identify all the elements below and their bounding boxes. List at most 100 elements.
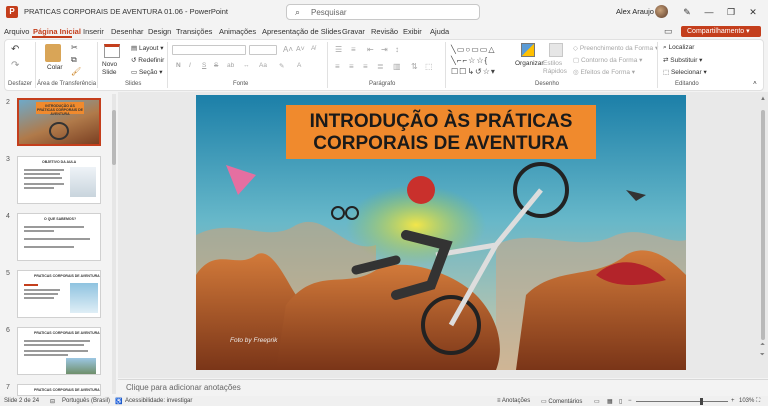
highlight-icon[interactable]: ✎ (279, 62, 284, 70)
language-indicator[interactable]: Português (Brasil) (62, 398, 110, 404)
shape-outline-button[interactable]: ▢ Contorno da Forma ▾ (573, 56, 642, 64)
new-slide-button[interactable]: Novo Slide (102, 61, 124, 77)
arrange-button[interactable]: Organizar (515, 60, 544, 67)
underline-button[interactable]: S (202, 62, 206, 69)
collapse-ribbon-icon[interactable]: ˄ (753, 80, 757, 87)
font-shrink-button[interactable]: A˅ (296, 46, 305, 53)
justify-icon[interactable]: ≣ (377, 62, 384, 71)
text-direction-icon[interactable]: ⇅ (411, 62, 418, 71)
copy-icon[interactable]: ⧉ (71, 55, 77, 65)
accessibility-status[interactable]: Acessibilidade: investigar (125, 398, 192, 404)
slide-title[interactable]: INTRODUÇÃO ÀS PRÁTICAS CORPORAIS DE AVEN… (286, 111, 596, 155)
shape-effects-button[interactable]: ◎ Efeitos de Forma ▾ (573, 68, 635, 76)
share-button[interactable]: Compartilhamento ▾ (681, 26, 761, 37)
avatar[interactable] (655, 5, 668, 18)
tab-arquivo[interactable]: Arquivo (4, 27, 29, 36)
paste-icon[interactable] (45, 44, 61, 62)
tab-design[interactable]: Design (148, 27, 171, 36)
fit-to-window-icon[interactable]: ⛶ (756, 398, 760, 405)
shapes-gallery[interactable]: ╲▭○▭▭△ ╲⌐⌐☆☆{☐☐↳↺☆▾ (451, 44, 513, 78)
normal-view-icon[interactable]: ▭ (594, 398, 600, 405)
next-slide-icon[interactable]: ⏷ (760, 352, 765, 359)
spellcheck-icon[interactable]: ⊟ (50, 398, 55, 405)
tab-gravar[interactable]: Gravar (342, 27, 365, 36)
undo-icon[interactable]: ↶ (11, 44, 19, 55)
zoom-slider-handle[interactable] (700, 398, 703, 405)
pen-icon[interactable]: ✎ (678, 4, 696, 20)
thumbnail-slide-5[interactable]: PRATICAS CORPORAIS DE AVENTURA (17, 270, 101, 318)
tab-pagina-inicial[interactable]: Página Inicial (33, 27, 81, 36)
previous-slide-icon[interactable]: ⏶ (760, 342, 765, 349)
thumbnail-slide-7[interactable]: PRATICAS CORPORAIS DE AVENTURA (17, 384, 101, 396)
search-box[interactable]: ⌕ Pesquisar (286, 4, 480, 20)
thumbnail-scroll-handle[interactable] (112, 110, 116, 165)
tab-revisao[interactable]: Revisão (371, 27, 398, 36)
section-button[interactable]: ▭ Seção ▾ (131, 68, 162, 76)
scroll-up-icon[interactable]: ▲ (760, 96, 766, 102)
increase-indent-icon[interactable]: ⇥ (381, 45, 388, 54)
font-color-icon[interactable]: A (297, 62, 301, 69)
select-button[interactable]: ⬚ Selecionar ▾ (663, 68, 707, 76)
comments-button[interactable]: ▭ Comentários (541, 398, 582, 405)
align-center-icon[interactable]: ≡ (349, 62, 354, 71)
align-left-icon[interactable]: ≡ (335, 62, 340, 71)
notes-pane[interactable]: Clique para adicionar anotações (118, 379, 768, 395)
close-button[interactable]: ✕ (744, 4, 762, 20)
clear-format-icon[interactable]: A̸ (311, 45, 315, 52)
tab-desenhar[interactable]: Desenhar (111, 27, 144, 36)
thumbnail-slide-2[interactable]: INTRODUÇÃO ÀS PRÁTICAS CORPORAIS DE AVEN… (17, 98, 101, 146)
thumbnail-slide-6[interactable]: PRATICAS CORPORAIS DE AVENTURA (17, 327, 101, 375)
find-button[interactable]: ⌕ Localizar (663, 44, 694, 52)
reading-view-icon[interactable]: ▯ (619, 398, 622, 405)
italic-button[interactable]: I (189, 62, 191, 69)
slide-scroll-handle[interactable] (761, 110, 765, 340)
strikethrough-button[interactable]: S (214, 62, 218, 69)
align-right-icon[interactable]: ≡ (363, 62, 368, 71)
font-size-select[interactable] (249, 45, 277, 55)
tab-ajuda[interactable]: Ajuda (430, 27, 449, 36)
bullets-icon[interactable]: ☰ (335, 45, 342, 54)
redo-icon[interactable]: ↷ (11, 60, 19, 71)
columns-icon[interactable]: ▥ (393, 62, 401, 71)
layout-button[interactable]: ▤ Layout ▾ (131, 44, 164, 52)
slide-sorter-icon[interactable]: ▦ (607, 398, 613, 405)
smartart-icon[interactable]: ⬚ (425, 62, 433, 71)
tab-inserir[interactable]: Inserir (83, 27, 104, 36)
zoom-level[interactable]: 103% (739, 398, 754, 404)
format-painter-icon[interactable]: 🖌 (71, 67, 81, 76)
numbering-icon[interactable]: ≡ (351, 45, 356, 54)
font-grow-button[interactable]: A˄ (283, 45, 293, 54)
thumbnail-slide-3[interactable]: OBJETIVO DA AULA (17, 156, 101, 204)
tab-animacoes[interactable]: Animações (219, 27, 256, 36)
zoom-out-icon[interactable]: − (628, 398, 632, 404)
decrease-indent-icon[interactable]: ⇤ (367, 45, 374, 54)
accessibility-icon[interactable]: ♿ (115, 398, 122, 405)
quick-styles-button[interactable]: Estilos Rápidos (543, 60, 569, 76)
subscript-button[interactable]: ab (227, 62, 234, 69)
cut-icon[interactable]: ✂ (71, 43, 78, 52)
maximize-button[interactable]: ❐ (722, 4, 740, 20)
thumbnail-slide-4[interactable]: O QUE SABEMOS? (17, 213, 101, 261)
tab-exibir[interactable]: Exibir (403, 27, 422, 36)
minimize-button[interactable]: — (700, 4, 718, 20)
zoom-in-icon[interactable]: + (731, 398, 735, 404)
shape-fill-button[interactable]: ◇ Preenchimento da Forma ▾ (573, 44, 658, 52)
line-spacing-icon[interactable]: ↕ (395, 45, 399, 54)
change-case-icon[interactable]: Aa (259, 62, 267, 69)
slide-title-box[interactable]: INTRODUÇÃO ÀS PRÁTICAS CORPORAIS DE AVEN… (286, 105, 596, 159)
paste-button[interactable]: Colar (47, 64, 63, 71)
tab-transicoes[interactable]: Transições (176, 27, 212, 36)
tab-apresentacao[interactable]: Apresentação de Slides (262, 27, 341, 36)
slide-canvas[interactable]: INTRODUÇÃO ÀS PRÁTICAS CORPORAIS DE AVEN… (196, 95, 686, 370)
bold-button[interactable]: N (176, 62, 181, 69)
notes-button[interactable]: ≡ Anotações (497, 398, 530, 404)
char-spacing-icon[interactable]: ↔ (243, 62, 250, 69)
replace-button[interactable]: ⇄ Substituir ▾ (663, 56, 702, 64)
reset-button[interactable]: ↺ Redefinir (131, 56, 164, 64)
font-family-select[interactable] (172, 45, 246, 55)
comments-icon[interactable]: ▭ (664, 26, 673, 37)
new-slide-icon[interactable] (104, 44, 120, 58)
quick-styles-icon[interactable] (549, 43, 563, 57)
zoom-slider[interactable] (636, 401, 728, 402)
arrange-icon[interactable] (521, 43, 535, 57)
